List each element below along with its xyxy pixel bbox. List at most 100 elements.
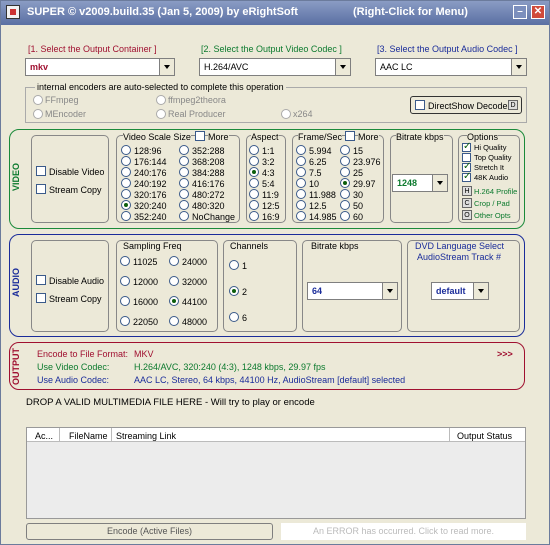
chevron-down-icon[interactable] [382,283,397,299]
minimize-button[interactable]: – [513,5,527,19]
chevron-down-icon[interactable] [159,59,174,75]
sampling-freq-label: 48000 [182,317,208,327]
fps-radio[interactable] [296,189,306,199]
sampling-freq-radio[interactable] [169,276,179,286]
aspect-radio[interactable] [249,156,259,166]
option-link[interactable]: Other Opts [474,211,511,220]
disable-audio-checkbox[interactable] [36,275,46,285]
fps-label: 6.25 [309,157,327,167]
sampling-freq-radio[interactable] [120,296,130,306]
chevron-down-icon[interactable] [511,59,526,75]
directshow-label: DirectShow Decode [428,101,508,111]
chevron-down-icon[interactable] [473,283,488,299]
option-link[interactable]: Crop / Pad [474,199,510,208]
scale-size-radio[interactable] [179,145,189,155]
channels-radio[interactable] [229,312,239,322]
scale-size-label: 352:240 [134,212,167,222]
scale-size-radio[interactable] [121,167,131,177]
aspect-radio[interactable] [249,167,259,177]
option-h-icon[interactable]: H [462,186,472,196]
aspect-radio[interactable] [249,178,259,188]
sampling-freq-radio[interactable] [120,276,130,286]
scale-size-label: NoChange [192,212,236,222]
scale-size-radio[interactable] [179,167,189,177]
channels-radio[interactable] [229,260,239,270]
fps-radio[interactable] [340,200,350,210]
output-more-arrows[interactable]: >>> [497,349,513,359]
column-streaming-link[interactable]: Streaming Link [116,431,176,441]
chevron-down-icon[interactable] [335,59,350,75]
directshow-decode-button[interactable]: DirectShow Decode D [410,96,522,114]
sampling-freq-radio[interactable] [169,296,179,306]
option-c-icon[interactable]: C [462,198,472,208]
fps-radio[interactable] [340,189,350,199]
error-link[interactable]: An ERROR has occurred. Click to read mor… [281,523,526,540]
aspect-label: 1:1 [262,146,275,156]
sampling-freq-radio[interactable] [120,316,130,326]
option-checkbox[interactable] [462,141,471,152]
sampling-freq-radio[interactable] [120,256,130,266]
directshow-icon[interactable]: D [508,100,518,110]
scale-size-radio[interactable] [179,200,189,210]
column-action[interactable]: Ac... [35,431,53,441]
scale-size-radio[interactable] [121,145,131,155]
scale-size-label: 240:176 [134,168,167,178]
sampling-freq-radio[interactable] [169,256,179,266]
fps-radio[interactable] [296,156,306,166]
fps-label: 14.985 [309,212,337,222]
audio-stream-copy-checkbox[interactable] [36,293,46,303]
aspect-radio[interactable] [249,189,259,199]
fps-radio[interactable] [340,211,350,221]
sampling-freq-radio[interactable] [169,316,179,326]
option-checkbox[interactable] [462,171,471,182]
close-button[interactable]: ✕ [531,5,545,19]
chevron-down-icon[interactable] [432,175,447,191]
fps-radio[interactable] [296,167,306,177]
option-link[interactable]: H.264 Profile [474,187,517,196]
fps-label: 11.988 [309,190,336,200]
scale-size-radio[interactable] [179,189,189,199]
channels-radio[interactable] [229,286,239,296]
fps-radio[interactable] [296,211,306,221]
aspect-radio[interactable] [249,145,259,155]
video-bitrate-select[interactable]: 1248 [392,174,448,192]
container-select[interactable]: mkv [25,58,175,76]
file-list[interactable]: Ac... FileName Streaming Link Output Sta… [26,427,526,519]
audio-bitrate-select[interactable]: 64 [307,282,398,300]
option-o-icon[interactable]: O [462,210,472,220]
column-divider [59,428,60,441]
scale-size-radio[interactable] [179,156,189,166]
scale-size-radio[interactable] [121,178,131,188]
fps-radio[interactable] [296,145,306,155]
scale-size-radio[interactable] [121,189,131,199]
fps-more-checkbox[interactable] [345,131,355,141]
scale-size-radio[interactable] [179,211,189,221]
scale-size-label: 480:272 [192,190,225,200]
scale-size-radio[interactable] [121,156,131,166]
column-output-status[interactable]: Output Status [457,431,512,441]
fps-radio[interactable] [296,200,306,210]
disable-video-checkbox[interactable] [36,166,46,176]
scale-size-radio[interactable] [121,200,131,210]
aspect-radio[interactable] [249,200,259,210]
video-stream-copy-checkbox[interactable] [36,184,46,194]
fps-radio[interactable] [340,178,350,188]
fps-radio[interactable] [340,145,350,155]
dvd-track-select[interactable]: default [431,282,489,300]
title-bar[interactable]: SUPER © v2009.build.35 (Jan 5, 2009) by … [1,1,549,25]
sampling-freq-label: 22050 [133,317,159,327]
scale-size-radio[interactable] [179,178,189,188]
audio-codec-select[interactable]: AAC LC [375,58,527,76]
video-codec-select[interactable]: H.264/AVC [199,58,351,76]
aspect-label: 16:9 [262,212,280,222]
directshow-checkbox[interactable] [415,100,425,110]
encode-button[interactable]: Encode (Active Files) [26,523,273,540]
fps-radio[interactable] [296,178,306,188]
fps-radio[interactable] [340,167,350,177]
column-filename[interactable]: FileName [69,431,108,441]
scale-more-checkbox[interactable] [195,131,205,141]
fps-label: 30 [353,190,364,200]
fps-radio[interactable] [340,156,350,166]
aspect-radio[interactable] [249,211,259,221]
scale-size-radio[interactable] [121,211,131,221]
